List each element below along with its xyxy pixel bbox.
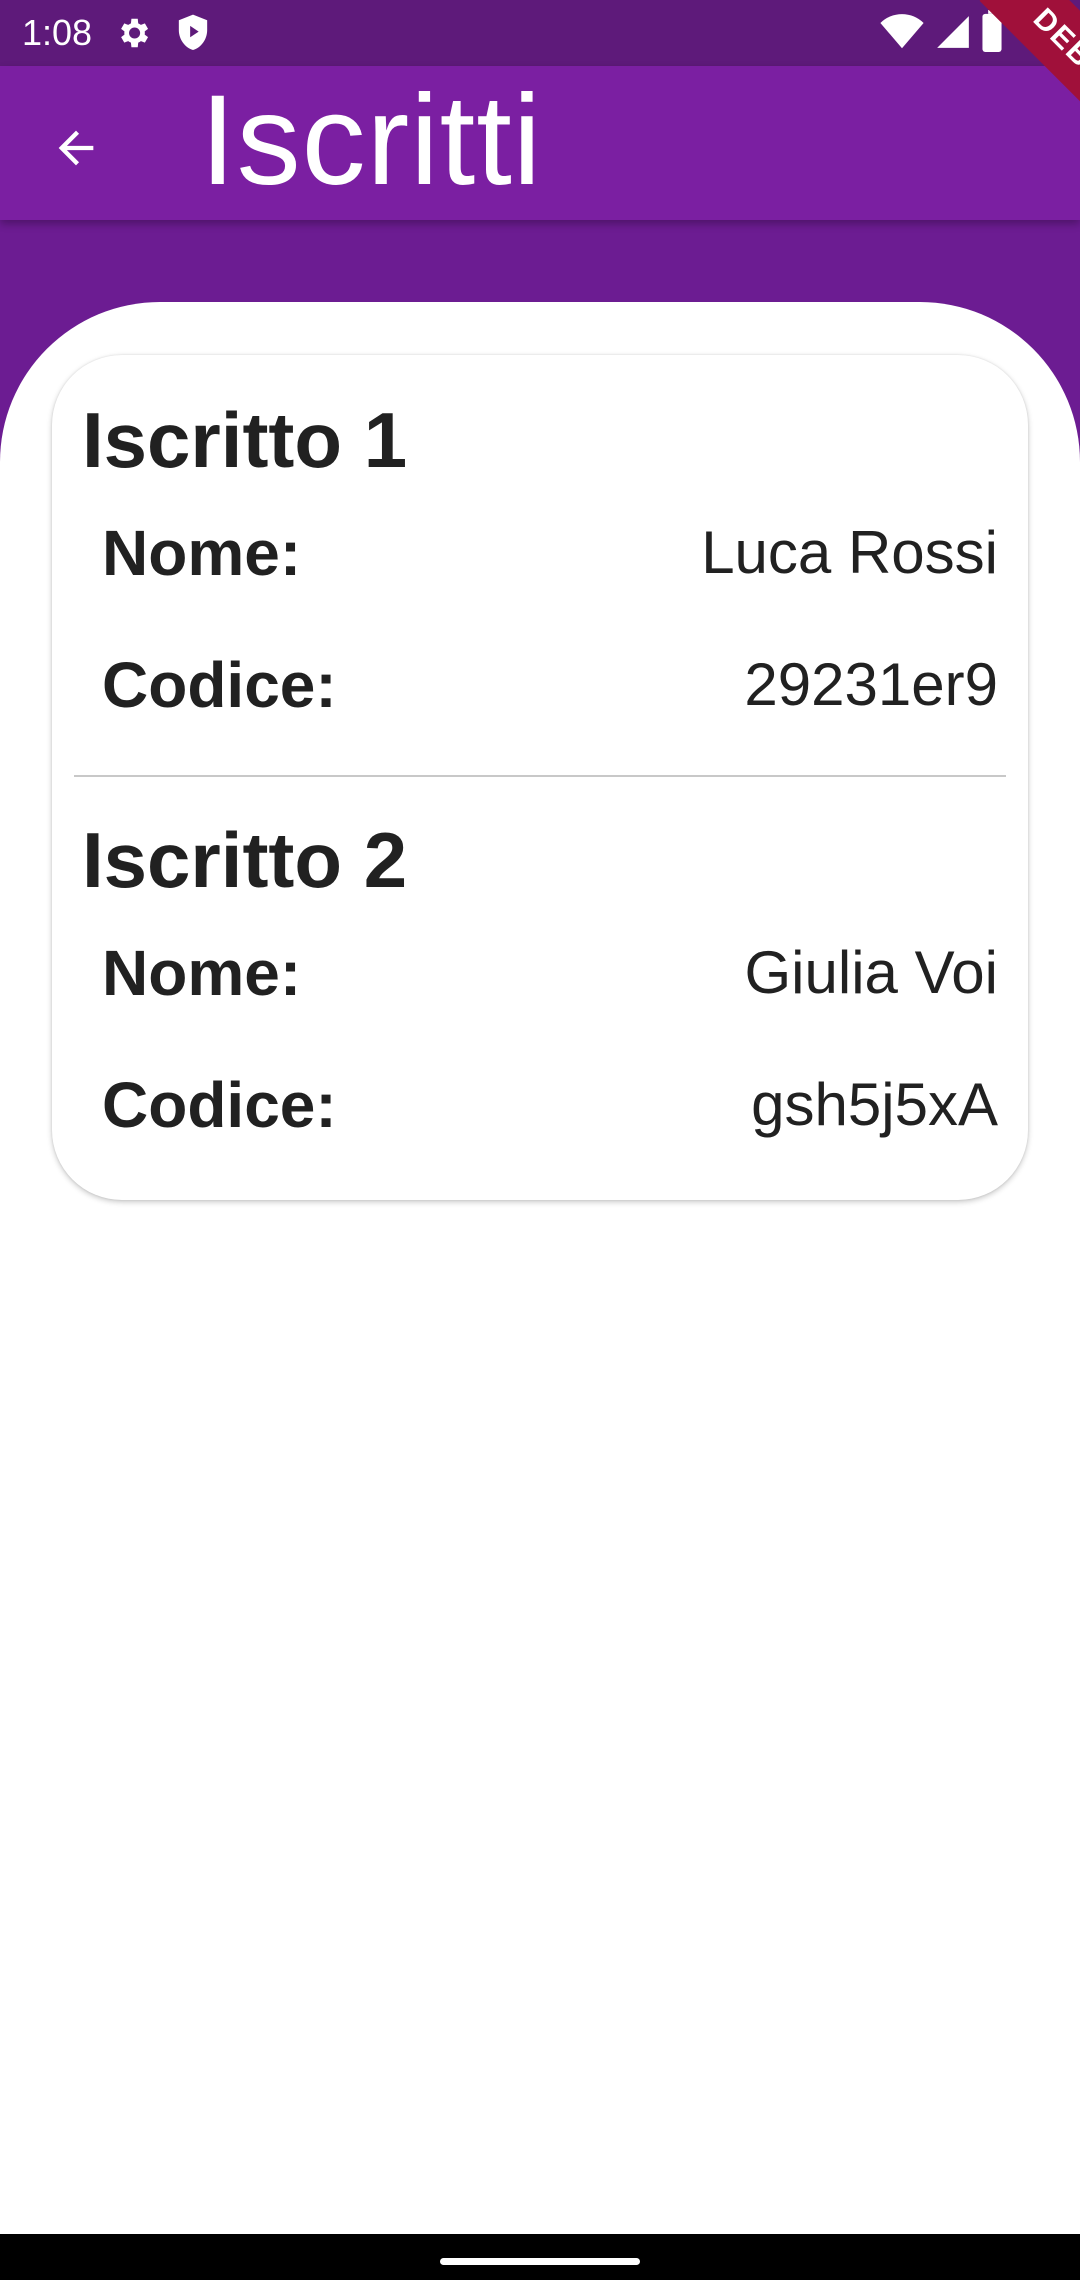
page-title: Iscritti: [200, 69, 543, 212]
name-value: Giulia Voi: [744, 939, 998, 1006]
wifi-icon: [880, 14, 924, 49]
arrow-back-icon: [58, 130, 94, 166]
name-label: Nome:: [102, 517, 302, 589]
subscribers-card: Iscritto 1 Nome: Luca Rossi Codice: 2923…: [52, 355, 1028, 1200]
entry-divider: [74, 775, 1006, 777]
name-value: Luca Rossi: [701, 519, 998, 586]
entry-title: Iscritto 2: [82, 816, 408, 904]
code-row: Codice: gsh5j5xA: [102, 1065, 998, 1145]
status-bar: 1:08: [0, 0, 1080, 66]
name-row: Nome: Luca Rossi: [102, 513, 998, 593]
name-row: Nome: Giulia Voi: [102, 933, 998, 1013]
back-button[interactable]: [36, 108, 116, 188]
code-label: Codice:: [102, 1069, 337, 1141]
code-value: gsh5j5xA: [751, 1071, 998, 1138]
code-value: 29231er9: [744, 651, 998, 718]
gear-icon: [121, 18, 149, 48]
app-bar: Iscritti: [0, 66, 1080, 220]
code-label: Codice:: [102, 649, 337, 721]
shield-icon: [178, 14, 208, 51]
status-time: 1:08: [22, 12, 93, 53]
signal-icon: [937, 16, 969, 48]
home-gesture-handle[interactable]: [440, 2258, 640, 2265]
name-label: Nome:: [102, 937, 302, 1009]
navigation-bar: [0, 2234, 1080, 2280]
entry-title: Iscritto 1: [82, 396, 408, 484]
code-row: Codice: 29231er9: [102, 645, 998, 725]
